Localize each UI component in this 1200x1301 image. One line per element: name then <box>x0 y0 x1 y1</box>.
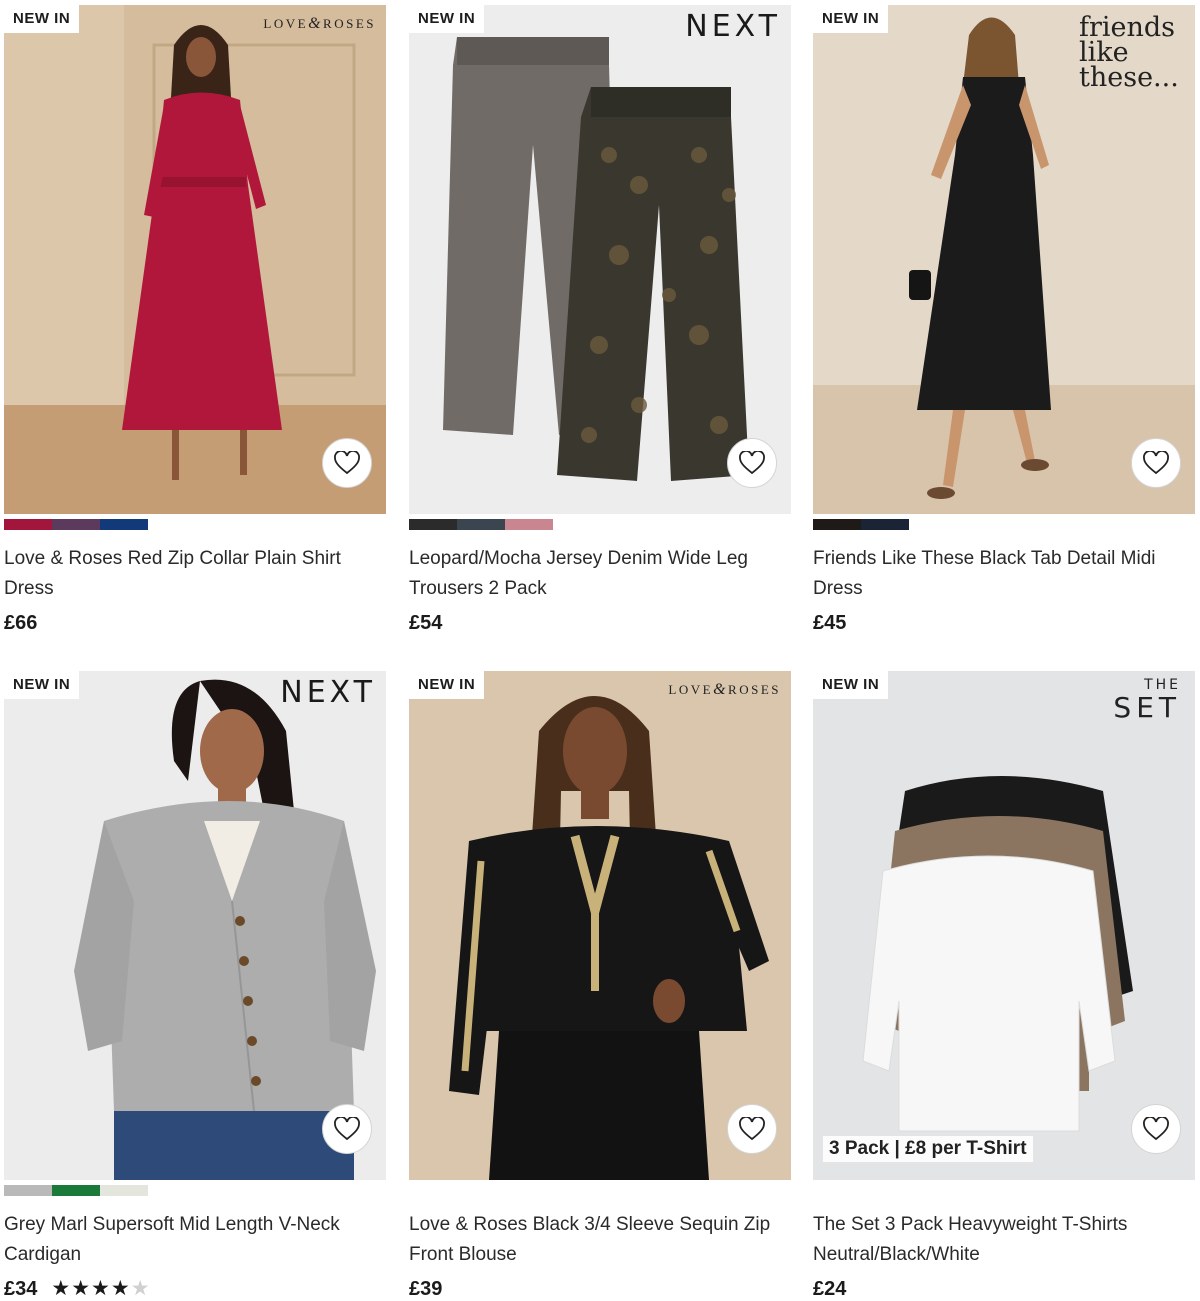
new-in-badge: NEW IN <box>409 5 485 33</box>
star-icon: ★ <box>71 1277 91 1300</box>
product-title[interactable]: Grey Marl Supersoft Mid Length V-Neck Ca… <box>4 1210 376 1270</box>
heart-outline-icon <box>334 1117 360 1141</box>
brand-logo: LOVE&ROSES <box>668 681 781 698</box>
heart-outline-icon <box>739 451 765 475</box>
product-card[interactable]: NEW IN NEXT Leopard/Mocha Jersey Denim W… <box>409 5 791 636</box>
product-price: £54 <box>409 611 443 634</box>
new-in-badge: NEW IN <box>4 671 80 699</box>
star-icon: ★ <box>130 1277 150 1300</box>
colour-swatches[interactable] <box>409 1185 791 1196</box>
product-title[interactable]: Friends Like These Black Tab Detail Midi… <box>813 544 1185 604</box>
colour-swatches[interactable] <box>4 1185 386 1196</box>
wishlist-button[interactable] <box>1131 1104 1181 1154</box>
product-photo <box>813 671 1195 1180</box>
brand-logo: NEXT <box>280 675 376 710</box>
promo-label: 3 Pack | £8 per T-Shirt <box>823 1136 1033 1162</box>
brand-logo: NEXT <box>685 9 781 44</box>
rating-stars: ★ ★ ★ ★ ★ <box>51 1278 149 1300</box>
product-photo <box>4 5 386 514</box>
colour-swatch[interactable] <box>52 1185 100 1196</box>
colour-swatches[interactable] <box>409 519 791 530</box>
colour-swatch[interactable] <box>409 519 457 530</box>
colour-swatch[interactable] <box>4 519 52 530</box>
colour-swatch[interactable] <box>861 519 909 530</box>
product-price: £24 <box>813 1277 847 1300</box>
product-image[interactable]: NEW IN NEXT <box>4 671 386 1180</box>
colour-swatch[interactable] <box>100 519 148 530</box>
product-image[interactable]: NEW IN NEXT <box>409 5 791 514</box>
brand-logo-bottom: SET <box>1113 691 1181 724</box>
wishlist-button[interactable] <box>1131 438 1181 488</box>
brand-logo: LOVE&ROSES <box>263 15 376 32</box>
heart-outline-icon <box>334 451 360 475</box>
colour-swatch[interactable] <box>505 519 553 530</box>
product-price: £66 <box>4 611 38 634</box>
star-icon: ★ <box>51 1277 71 1300</box>
colour-swatches[interactable] <box>813 1185 1195 1196</box>
wishlist-button[interactable] <box>727 1104 777 1154</box>
product-title[interactable]: The Set 3 Pack Heavyweight T-Shirts Neut… <box>813 1210 1185 1270</box>
new-in-badge: NEW IN <box>4 5 80 33</box>
star-icon: ★ <box>110 1277 130 1300</box>
heart-outline-icon <box>1143 1117 1169 1141</box>
wishlist-button[interactable] <box>322 1104 372 1154</box>
product-price: £39 <box>409 1277 443 1300</box>
product-photo <box>409 5 791 514</box>
product-image[interactable]: NEW IN THE SET 3 Pack | £8 per T-Shirt <box>813 671 1195 1180</box>
product-photo <box>409 671 791 1180</box>
product-title[interactable]: Leopard/Mocha Jersey Denim Wide Leg Trou… <box>409 544 781 604</box>
new-in-badge: NEW IN <box>813 5 889 33</box>
colour-swatch[interactable] <box>52 519 100 530</box>
colour-swatches[interactable] <box>4 519 386 530</box>
colour-swatch[interactable] <box>813 519 861 530</box>
heart-outline-icon <box>1143 451 1169 475</box>
product-image[interactable]: NEW IN LOVE&ROSES <box>4 5 386 514</box>
star-icon: ★ <box>91 1277 110 1300</box>
product-price: £34 <box>4 1277 38 1300</box>
product-card[interactable]: NEW IN NEXT Grey Marl Supersoft Mid Leng… <box>4 671 386 1301</box>
product-title[interactable]: Love & Roses Black 3/4 Sleeve Sequin Zip… <box>409 1210 781 1270</box>
product-title[interactable]: Love & Roses Red Zip Collar Plain Shirt … <box>4 544 376 604</box>
wishlist-button[interactable] <box>322 438 372 488</box>
product-image[interactable]: NEW IN friends like these... <box>813 5 1195 514</box>
brand-logo: friends like these... <box>1079 12 1179 93</box>
product-photo <box>4 671 386 1180</box>
heart-outline-icon <box>739 1117 765 1141</box>
new-in-badge: NEW IN <box>813 671 889 699</box>
colour-swatch[interactable] <box>457 519 505 530</box>
product-card[interactable]: NEW IN LOVE&ROSES Love & Roses Black 3/4… <box>409 671 791 1301</box>
product-price: £45 <box>813 611 847 634</box>
wishlist-button[interactable] <box>727 438 777 488</box>
product-card[interactable]: NEW IN friends like these... Friends Lik… <box>813 5 1195 636</box>
new-in-badge: NEW IN <box>409 671 485 699</box>
brand-logo: THE SET <box>1113 677 1181 723</box>
colour-swatches[interactable] <box>813 519 1195 530</box>
product-card[interactable]: NEW IN LOVE&ROSES Love & Roses Red Zip C… <box>4 5 386 636</box>
product-image[interactable]: NEW IN LOVE&ROSES <box>409 671 791 1180</box>
colour-swatch[interactable] <box>4 1185 52 1196</box>
product-card[interactable]: NEW IN THE SET 3 Pack | £8 per T-Shirt T… <box>813 671 1195 1301</box>
colour-swatch[interactable] <box>100 1185 148 1196</box>
product-grid: NEW IN LOVE&ROSES Love & Roses Red Zip C… <box>0 0 1200 1301</box>
